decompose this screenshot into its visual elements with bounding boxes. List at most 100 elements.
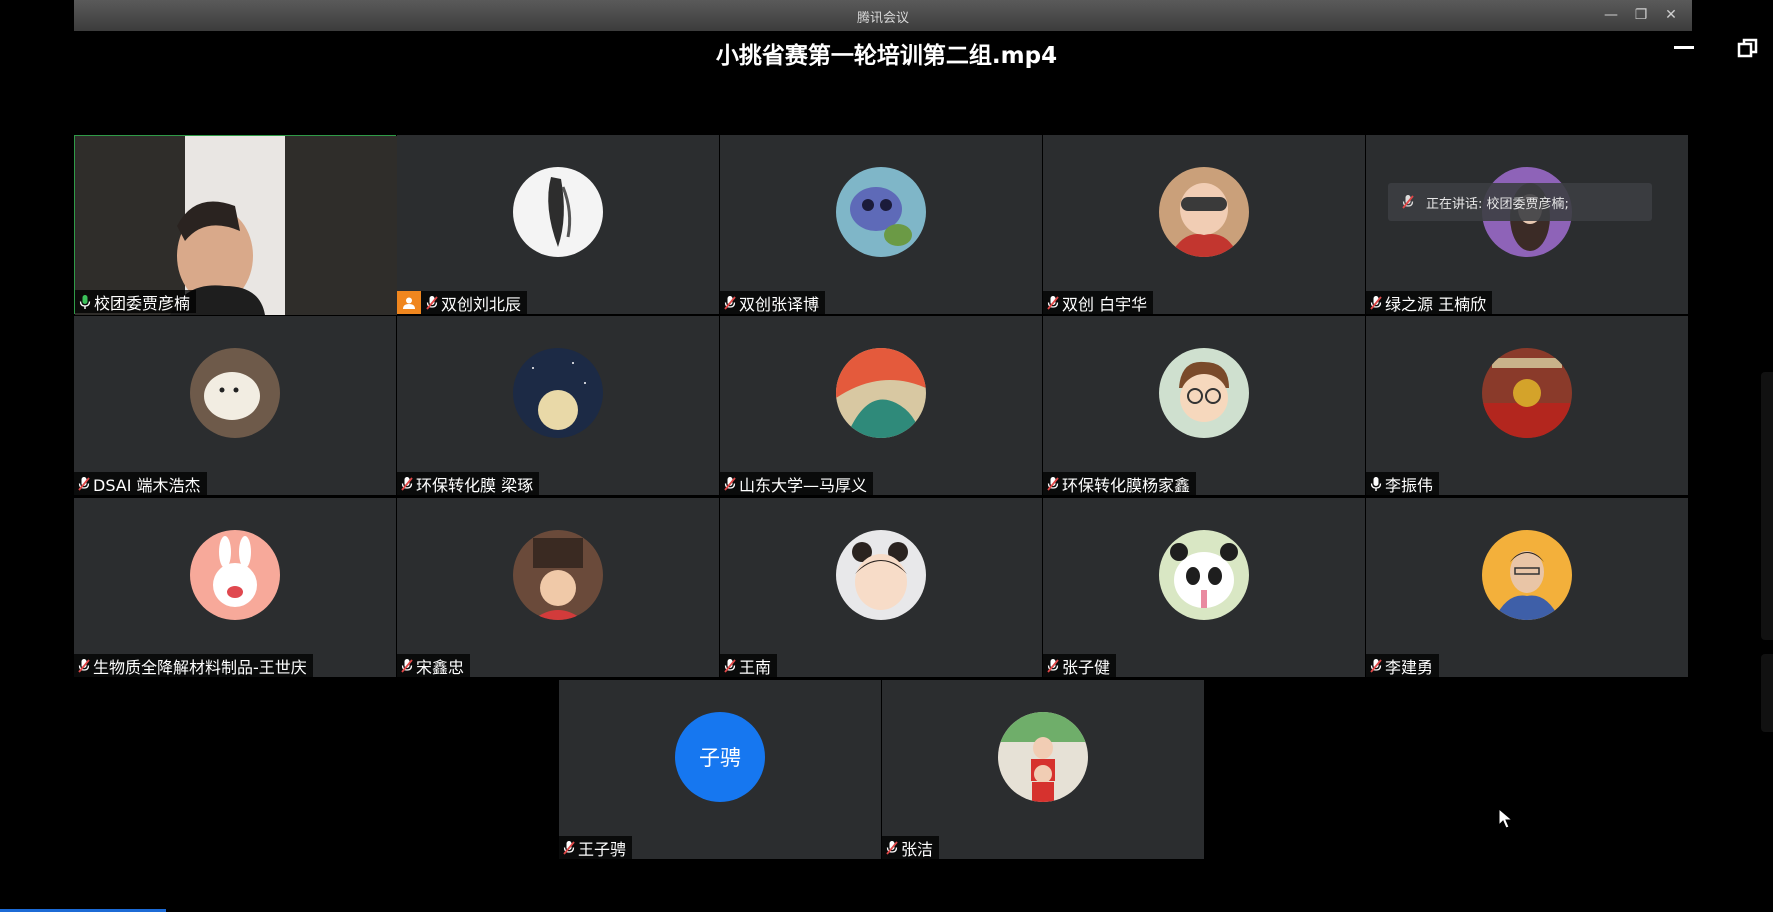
participant-name: 王子骋	[578, 839, 627, 859]
participant-name: DSAI 端木浩杰	[93, 475, 201, 495]
minimize-button[interactable]: —	[1600, 4, 1622, 26]
participant-name: 李建勇	[1385, 657, 1434, 677]
mic-muted-icon	[1047, 658, 1059, 673]
participant-name: 双创张译博	[739, 294, 820, 314]
speaking-notification: 正在讲话: 校团委贾彦楠;	[1388, 183, 1652, 221]
player-restore-icon[interactable]	[1737, 37, 1759, 59]
participant-tile[interactable]: 生物质全降解材料制品-王世庆	[74, 498, 396, 677]
participant-name: 环保转化膜 梁琢	[416, 475, 534, 495]
mic-muted-icon	[1047, 476, 1059, 491]
participant-name: 张子健	[1062, 657, 1111, 677]
participant-name-bar: 双创 白宇华	[1043, 291, 1154, 314]
participant-tile[interactable]: 山东大学—马厚义	[720, 316, 1042, 495]
speaking-text: 正在讲话: 校团委贾彦楠;	[1426, 196, 1569, 212]
participant-avatar	[1159, 348, 1249, 438]
participant-name: 双创刘北辰	[441, 294, 522, 314]
participant-tile[interactable]: 绿之源 王楠欣	[1366, 135, 1688, 314]
participant-name-bar: 王南	[720, 654, 778, 677]
mouse-cursor-icon	[1498, 808, 1514, 829]
mic-muted-icon	[1370, 295, 1382, 310]
participant-tile[interactable]: 王南	[720, 498, 1042, 677]
participant-tile[interactable]: 宋鑫忠	[397, 498, 719, 677]
participant-avatar	[998, 712, 1088, 802]
participant-avatar	[836, 530, 926, 620]
window-titlebar: 腾讯会议 — ❐ ✕	[74, 0, 1692, 31]
participant-tile[interactable]: 双创刘北辰	[397, 135, 719, 314]
participant-avatar	[1159, 530, 1249, 620]
restore-button[interactable]: ❐	[1630, 4, 1652, 26]
participant-tile[interactable]: 李振伟	[1366, 316, 1688, 495]
participant-avatar	[513, 348, 603, 438]
participant-name-bar: 李建勇	[1366, 654, 1440, 677]
participant-name: 双创 白宇华	[1062, 294, 1148, 314]
participant-name-bar: 环保转化膜杨家鑫	[1043, 472, 1197, 495]
side-panel-edge[interactable]	[1761, 372, 1773, 640]
mic-on-icon	[79, 294, 91, 309]
participant-avatar	[836, 348, 926, 438]
player-minimize-icon[interactable]	[1674, 46, 1694, 49]
participant-grid: 校团委贾彦楠 双创刘北辰 双创张译博 双创 白宇华 绿之源 王楠欣 DSAI 端…	[74, 135, 1691, 864]
participant-name-bar: 张子健	[1043, 654, 1117, 677]
participant-tile[interactable]: 张洁	[882, 680, 1204, 859]
participant-name-bar: 双创张译博	[720, 291, 826, 314]
participant-avatar	[836, 167, 926, 257]
participant-name-bar: 宋鑫忠	[397, 654, 471, 677]
participant-tile[interactable]: 子骋 王子骋	[559, 680, 881, 859]
side-panel-edge[interactable]	[1761, 654, 1773, 732]
participant-name-bar: 王子骋	[559, 836, 633, 859]
participant-name: 张洁	[901, 839, 934, 859]
mic-muted-icon	[78, 658, 90, 673]
participant-name-bar: 张洁	[882, 836, 940, 859]
mic-muted-icon	[78, 476, 90, 491]
participant-name: 环保转化膜杨家鑫	[1062, 475, 1191, 495]
participant-name-bar: 山东大学—马厚义	[720, 472, 874, 495]
mic-on-icon	[1370, 476, 1382, 491]
participant-tile[interactable]: 张子健	[1043, 498, 1365, 677]
mic-icon	[1402, 195, 1414, 209]
participant-avatar	[513, 530, 603, 620]
participant-tile[interactable]: 双创 白宇华	[1043, 135, 1365, 314]
participant-name: 宋鑫忠	[416, 657, 465, 677]
participant-tile[interactable]: 双创张译博	[720, 135, 1042, 314]
participant-avatar	[1159, 167, 1249, 257]
mic-muted-icon	[1370, 658, 1382, 673]
participant-tile[interactable]: 环保转化膜 梁琢	[397, 316, 719, 495]
participant-avatar	[1482, 530, 1572, 620]
participant-name-bar: 双创刘北辰	[397, 291, 528, 314]
participant-video	[75, 136, 397, 315]
mic-muted-icon	[401, 476, 413, 491]
mic-muted-icon	[426, 295, 438, 310]
participant-name-bar: 绿之源 王楠欣	[1366, 291, 1493, 314]
participant-initials-avatar: 子骋	[675, 712, 765, 802]
window-controls: — ❐ ✕	[1600, 4, 1682, 26]
participant-tile[interactable]: DSAI 端木浩杰	[74, 316, 396, 495]
participant-avatar	[190, 348, 280, 438]
participant-name-bar: 生物质全降解材料制品-王世庆	[74, 654, 313, 677]
mic-muted-icon	[563, 840, 575, 855]
app-title: 腾讯会议	[856, 11, 909, 26]
mic-muted-icon	[724, 658, 736, 673]
participant-tile[interactable]: 李建勇	[1366, 498, 1688, 677]
participant-name: 生物质全降解材料制品-王世庆	[93, 657, 307, 677]
participant-name: 绿之源 王楠欣	[1385, 294, 1487, 314]
participant-name: 山东大学—马厚义	[739, 475, 868, 495]
participant-name-bar: 李振伟	[1366, 472, 1440, 495]
participant-name-bar: DSAI 端木浩杰	[74, 472, 207, 495]
participant-name: 李振伟	[1385, 475, 1434, 495]
mic-muted-icon	[724, 476, 736, 491]
host-badge-icon	[397, 291, 421, 314]
mic-muted-icon	[724, 295, 736, 310]
participant-name: 王南	[739, 657, 772, 677]
mic-muted-icon	[401, 658, 413, 673]
participant-avatar	[190, 530, 280, 620]
participant-name: 校团委贾彦楠	[94, 293, 191, 313]
participant-tile[interactable]: 环保转化膜杨家鑫	[1043, 316, 1365, 495]
close-button[interactable]: ✕	[1660, 4, 1682, 26]
recording-title: 小挑省赛第一轮培训第二组.mp4	[715, 43, 1058, 69]
participant-name-bar: 校团委贾彦楠	[75, 290, 197, 313]
participant-avatar	[513, 167, 603, 257]
mic-muted-icon	[1047, 295, 1059, 310]
participant-tile[interactable]: 校团委贾彦楠	[74, 135, 397, 315]
participant-name-bar: 环保转化膜 梁琢	[397, 472, 540, 495]
mic-muted-icon	[886, 840, 898, 855]
